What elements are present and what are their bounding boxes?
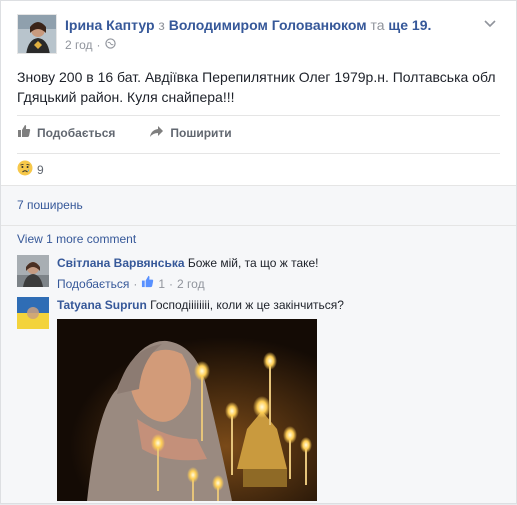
post-card: Ірина Каптур з Володимиром Голованюком т…: [0, 0, 517, 504]
chevron-down-icon[interactable]: [482, 18, 498, 30]
comment-text: Господіііііііі, коли ж це закінчиться?: [150, 298, 344, 312]
share-button[interactable]: Поширити: [149, 125, 232, 141]
reactions-summary[interactable]: 9: [17, 153, 500, 183]
post-actions: Подобається Поширити: [17, 115, 500, 149]
comment-time[interactable]: 2 год: [177, 276, 205, 292]
comments-section: Світлана Варвянська Боже мій, та що ж та…: [1, 251, 516, 503]
thumbs-up-icon: [17, 124, 31, 141]
post-text: Знову 200 в 16 бат. Авдіївка Перепилятни…: [17, 69, 496, 105]
commenter-avatar[interactable]: [17, 255, 49, 287]
comment-photo[interactable]: [57, 319, 317, 501]
thumbs-up-icon[interactable]: [141, 275, 154, 292]
and-word: та: [370, 17, 385, 33]
meta-separator: ·: [96, 38, 101, 52]
view-more-comments[interactable]: View 1 more comment: [17, 232, 136, 246]
comment-meta: Подобається · 1 · 2 год: [57, 275, 500, 292]
like-label: Подобається: [37, 125, 116, 140]
tagged-person[interactable]: Володимиром Голованюком: [169, 17, 367, 33]
comment-like-button[interactable]: Подобається: [57, 276, 129, 292]
others-link[interactable]: ще 19.: [388, 17, 431, 33]
sad-reaction-icon: [17, 160, 33, 179]
commenter-avatar[interactable]: [17, 297, 49, 329]
shares-link[interactable]: 7 поширень: [17, 198, 83, 212]
meta-separator: ·: [133, 276, 138, 291]
post-time[interactable]: 2 год: [65, 38, 93, 52]
post-meta: 2 год ·: [65, 38, 431, 52]
share-arrow-icon: [149, 125, 164, 141]
with-word: з: [158, 17, 165, 33]
shares-row: 7 поширень: [1, 185, 516, 225]
meta-separator: ·: [169, 276, 174, 291]
comment-item: Світлана Варвянська Боже мій, та що ж та…: [17, 255, 500, 291]
like-button[interactable]: Подобається: [17, 124, 115, 141]
header-text: Ірина Каптур з Володимиром Голованюком т…: [65, 16, 431, 52]
commenter-name[interactable]: Tatyana Suprun: [57, 298, 147, 312]
share-label: Поширити: [170, 125, 232, 140]
comment-body: Світлана Варвянська Боже мій, та що ж та…: [57, 255, 500, 292]
audience-icon[interactable]: [104, 38, 116, 52]
author-name[interactable]: Ірина Каптур: [65, 17, 155, 33]
post-header: Ірина Каптур з Володимиром Голованюком т…: [17, 14, 504, 56]
comment-body: Tatyana Suprun Господіііііііі, коли ж це…: [57, 297, 500, 313]
view-more-row: View 1 more comment: [1, 225, 516, 251]
comment-like-count: 1: [158, 276, 166, 291]
author-line: Ірина Каптур з Володимиром Голованюком т…: [65, 16, 431, 34]
reaction-count: 9: [37, 162, 44, 177]
comment-item: Tatyana Suprun Господіііііііі, коли ж це…: [17, 297, 500, 505]
commenter-name[interactable]: Світлана Варвянська: [57, 256, 185, 270]
author-avatar[interactable]: [17, 14, 57, 54]
comment-text: Боже мій, та що ж таке!: [187, 256, 319, 270]
